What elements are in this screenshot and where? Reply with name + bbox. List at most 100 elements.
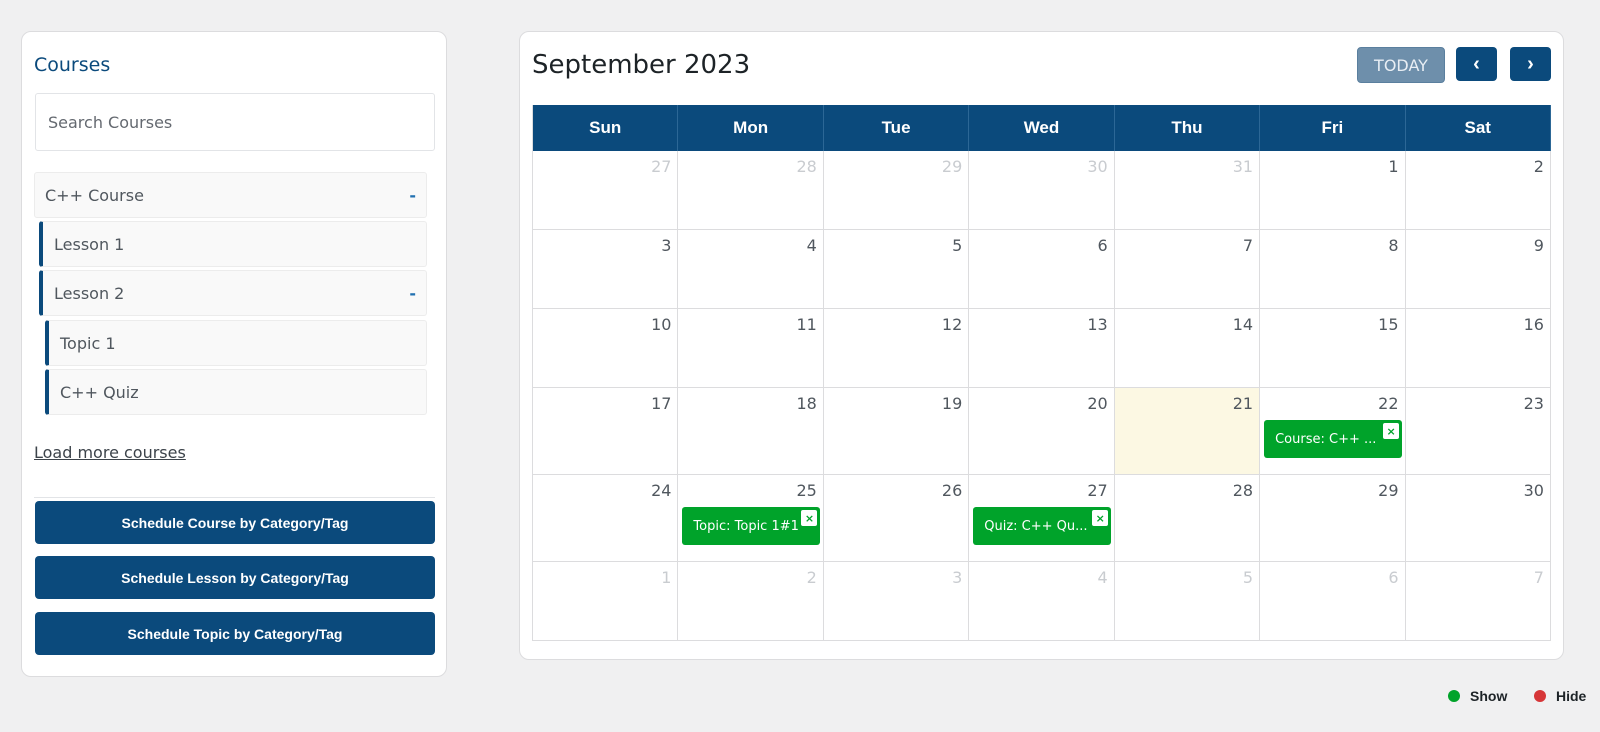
day-number: 10	[651, 315, 672, 334]
close-icon[interactable]: ×	[1092, 510, 1109, 526]
calendar-day[interactable]: 2	[1406, 151, 1551, 229]
tree-item-topic-1[interactable]: Topic 1	[45, 320, 427, 366]
day-number: 4	[806, 236, 817, 255]
calendar-day[interactable]: 13	[969, 309, 1115, 387]
calendar-day[interactable]: 16	[1406, 309, 1551, 387]
day-number: 1	[661, 568, 672, 587]
day-number: 23	[1523, 394, 1544, 413]
calendar-day[interactable]: 10	[533, 309, 679, 387]
today-button[interactable]: TODAY	[1357, 47, 1445, 83]
day-number: 25	[796, 481, 817, 500]
collapse-icon[interactable]: -	[409, 186, 416, 205]
day-number: 31	[1232, 157, 1254, 176]
divider	[34, 497, 435, 498]
calendar-day[interactable]: 21	[1114, 388, 1261, 474]
calendar-day[interactable]: 23	[1406, 388, 1551, 474]
schedule-course-button[interactable]: Schedule Course by Category/Tag	[35, 501, 435, 544]
calendar-event[interactable]: Course: C++ ... ×	[1264, 420, 1403, 458]
day-number: 30	[1087, 157, 1108, 176]
day-number: 20	[1087, 394, 1108, 413]
calendar-day[interactable]: 27	[533, 151, 679, 229]
calendar-day[interactable]: 5	[1115, 562, 1261, 640]
calendar-day[interactable]: 22 Course: C++ ... ×	[1260, 388, 1406, 474]
calendar-day[interactable]: 28	[678, 151, 824, 229]
calendar-event[interactable]: Topic: Topic 1#1 ×	[682, 507, 821, 545]
calendar-day[interactable]: 7	[1406, 562, 1551, 640]
calendar-day[interactable]: 5	[824, 230, 970, 308]
calendar-day[interactable]: 18	[678, 388, 824, 474]
tree-item-course[interactable]: C++ Course -	[34, 172, 427, 218]
collapse-icon[interactable]: -	[409, 284, 416, 303]
calendar-day[interactable]: 17	[533, 388, 679, 474]
load-more-courses-link[interactable]: Load more courses	[34, 443, 186, 462]
calendar-week: 17 18 19 20 21 22 Course: C++ ... × 23	[533, 388, 1551, 475]
day-number: 27	[651, 157, 672, 176]
close-icon[interactable]: ×	[1383, 423, 1400, 439]
calendar-day[interactable]: 4	[969, 562, 1115, 640]
day-number: 28	[1232, 481, 1254, 500]
calendar-day[interactable]: 26	[824, 475, 970, 561]
tree-item-label: Lesson 2	[54, 283, 125, 303]
calendar-week: 27 28 29 30 31 1 2	[533, 151, 1551, 230]
calendar-day[interactable]: 8	[1260, 230, 1406, 308]
calendar-event[interactable]: Quiz: C++ Qu... ×	[973, 507, 1112, 545]
calendar-day[interactable]: 4	[678, 230, 824, 308]
tree-item-lesson-2[interactable]: Lesson 2 -	[39, 270, 427, 316]
weekday-header-thu: Thu	[1114, 105, 1261, 151]
day-number: 7	[1533, 568, 1544, 587]
calendar-day[interactable]: 31	[1115, 151, 1261, 229]
calendar-day[interactable]: 19	[824, 388, 970, 474]
calendar-day[interactable]: 6	[1260, 562, 1406, 640]
calendar-day[interactable]: 9	[1406, 230, 1551, 308]
calendar-day[interactable]: 24	[533, 475, 679, 561]
legend-hide: Hide	[1534, 688, 1586, 704]
day-number: 12	[941, 315, 963, 334]
schedule-lesson-button[interactable]: Schedule Lesson by Category/Tag	[35, 556, 435, 599]
weekday-header-fri: Fri	[1260, 105, 1406, 151]
calendar-day[interactable]: 7	[1115, 230, 1261, 308]
event-label: Topic: Topic 1#1	[693, 518, 799, 534]
calendar-day[interactable]: 29	[824, 151, 970, 229]
day-number: 3	[952, 568, 963, 587]
event-label: Course: C++ ...	[1275, 431, 1377, 447]
calendar-day[interactable]: 27 Quiz: C++ Qu... ×	[969, 475, 1115, 561]
tree-item-quiz[interactable]: C++ Quiz	[45, 369, 427, 415]
calendar-day[interactable]: 1	[533, 562, 679, 640]
calendar-grid: Sun Mon Tue Wed Thu Fri Sat 27 28 29 30 31 1 2 3 4 5 6 7 8…	[532, 105, 1551, 641]
calendar-day[interactable]: 6	[969, 230, 1115, 308]
calendar-day[interactable]: 29	[1260, 475, 1406, 561]
day-number: 1	[1388, 157, 1399, 176]
calendar-day[interactable]: 20	[969, 388, 1115, 474]
calendar-day[interactable]: 28	[1115, 475, 1261, 561]
day-number: 24	[651, 481, 672, 500]
calendar-day[interactable]: 11	[678, 309, 824, 387]
day-number: 6	[1097, 236, 1108, 255]
calendar-day[interactable]: 3	[533, 230, 679, 308]
legend-show-label: Show	[1470, 688, 1508, 704]
search-courses-input[interactable]: Search Courses	[35, 93, 435, 151]
calendar-day[interactable]: 2	[678, 562, 824, 640]
calendar-day[interactable]: 30	[1406, 475, 1551, 561]
calendar-title: September 2023	[532, 50, 751, 80]
calendar-week: 10 11 12 13 14 15 16	[533, 309, 1551, 388]
tree-item-label: Lesson 1	[54, 234, 125, 254]
weekday-header-wed: Wed	[969, 105, 1115, 151]
calendar-day[interactable]: 1	[1260, 151, 1406, 229]
calendar-day[interactable]: 14	[1115, 309, 1261, 387]
day-number: 15	[1378, 315, 1399, 334]
calendar-day[interactable]: 15	[1260, 309, 1406, 387]
day-number: 29	[1378, 481, 1399, 500]
weekday-header-sun: Sun	[533, 105, 679, 151]
tree-item-lesson-1[interactable]: Lesson 1	[39, 221, 427, 267]
next-month-button[interactable]: ›	[1510, 47, 1551, 81]
schedule-topic-button[interactable]: Schedule Topic by Category/Tag	[35, 612, 435, 655]
calendar-day[interactable]: 3	[824, 562, 970, 640]
day-number: 7	[1242, 236, 1254, 255]
day-number: 21	[1232, 394, 1254, 413]
calendar-day[interactable]: 30	[969, 151, 1115, 229]
calendar-day[interactable]: 12	[824, 309, 970, 387]
close-icon[interactable]: ×	[801, 510, 818, 526]
calendar-day[interactable]: 25 Topic: Topic 1#1 ×	[678, 475, 824, 561]
prev-month-button[interactable]: ‹	[1456, 47, 1497, 81]
weekday-header: Sun Mon Tue Wed Thu Fri Sat	[533, 105, 1551, 151]
